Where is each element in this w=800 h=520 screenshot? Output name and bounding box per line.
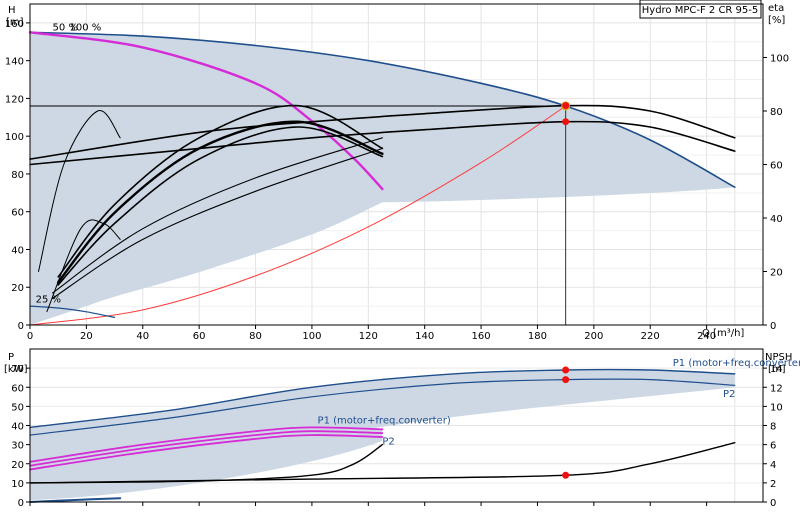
x-tick-label: 160: [472, 331, 491, 342]
x-tick-label: 180: [528, 331, 547, 342]
y-tick-label-right: 20: [770, 268, 783, 279]
upper-panel: 50 %100 %25 %H[m]eta[%]Q [m³/h]Hydro MPC…: [5, 0, 789, 342]
y-tick-label-left: 30: [11, 441, 24, 452]
x-tick-label: 80: [249, 331, 262, 342]
y-tick-label-right: 100: [770, 54, 789, 65]
x-tick-label: 240: [697, 331, 716, 342]
lower-panel: P1 (motor+freq.converter)P2P1 (motor+fre…: [4, 348, 800, 509]
x-tick-label: 20: [80, 331, 93, 342]
y-tick-label-right: 10: [770, 402, 783, 413]
chart-title: Hydro MPC-F 2 CR 95-5: [642, 5, 759, 16]
y-tick-label-right: 0: [770, 321, 776, 332]
y-tick-label-right: 12: [770, 383, 783, 394]
y-tick-label-left: 100: [5, 132, 24, 143]
x-tick-label: 60: [193, 331, 206, 342]
y-tick-label-right: 60: [770, 161, 783, 172]
legend-p2-single: P2: [382, 437, 394, 448]
duty-p2-marker: [562, 376, 570, 384]
y-tick-label-left: 120: [5, 94, 24, 105]
x-tick-label: 200: [584, 331, 603, 342]
y-tick-label-left: 20: [11, 283, 24, 294]
x-tick-label: 40: [136, 331, 149, 342]
y-tick-label-right: 8: [770, 422, 776, 433]
x-tick-label: 120: [359, 331, 378, 342]
y-tick-label-right: 6: [770, 441, 776, 452]
legend-p1-single: P1 (motor+freq.converter): [318, 416, 451, 427]
y-axis-name-right-lower: NPSH: [765, 352, 792, 363]
y-tick-label-left: 10: [11, 479, 24, 490]
x-tick-label: 220: [641, 331, 660, 342]
y-tick-label-right: 14: [770, 364, 783, 375]
y-tick-label-left: 40: [11, 422, 24, 433]
speed-label-100: 100 %: [69, 22, 101, 33]
y-tick-label-left: 0: [18, 498, 24, 509]
y-tick-label-right: 0: [770, 498, 776, 509]
y-tick-label-left: 20: [11, 460, 24, 471]
y-tick-label-left: 140: [5, 57, 24, 68]
y-tick-label-left: 160: [5, 19, 24, 30]
x-tick-label: 140: [415, 331, 434, 342]
y-axis-unit-right: [%]: [768, 15, 785, 26]
speed-label-25: 25 %: [36, 294, 61, 305]
y-tick-label-right: 2: [770, 479, 776, 490]
duty-npsh-marker: [562, 471, 570, 479]
y-tick-label-right: 40: [770, 214, 783, 225]
duty-p1-marker: [562, 366, 570, 374]
x-tick-label: 0: [27, 331, 33, 342]
chart-figure: 50 % 100 % 25 % H [m] eta [%] Q [m³/h] Hydro MPC…: [0, 0, 800, 520]
y-tick-label-left: 80: [11, 170, 24, 181]
y-axis-name-left: H: [8, 5, 16, 16]
duty-eta-marker-2: [562, 118, 570, 126]
pump-curve-svg: 50 %100 %25 %H[m]eta[%]Q [m³/h]Hydro MPC…: [4, 0, 800, 509]
y-tick-label-right: 80: [770, 107, 783, 118]
y-tick-label-left: 60: [11, 383, 24, 394]
y-tick-label-right: 4: [770, 460, 776, 471]
y-axis-name-right: eta: [768, 3, 784, 14]
legend-p2-two-pumps: P2: [723, 389, 735, 400]
y-tick-label-left: 40: [11, 245, 24, 256]
y-tick-label-left: 70: [11, 364, 24, 375]
x-tick-label: 100: [302, 331, 321, 342]
y-tick-label-left: 50: [11, 402, 24, 413]
y-tick-label-left: 0: [18, 321, 24, 332]
y-tick-label-left: 60: [11, 208, 24, 219]
duty-eta-marker-1: [562, 102, 570, 110]
y-axis-name-left-lower: P: [8, 352, 14, 363]
